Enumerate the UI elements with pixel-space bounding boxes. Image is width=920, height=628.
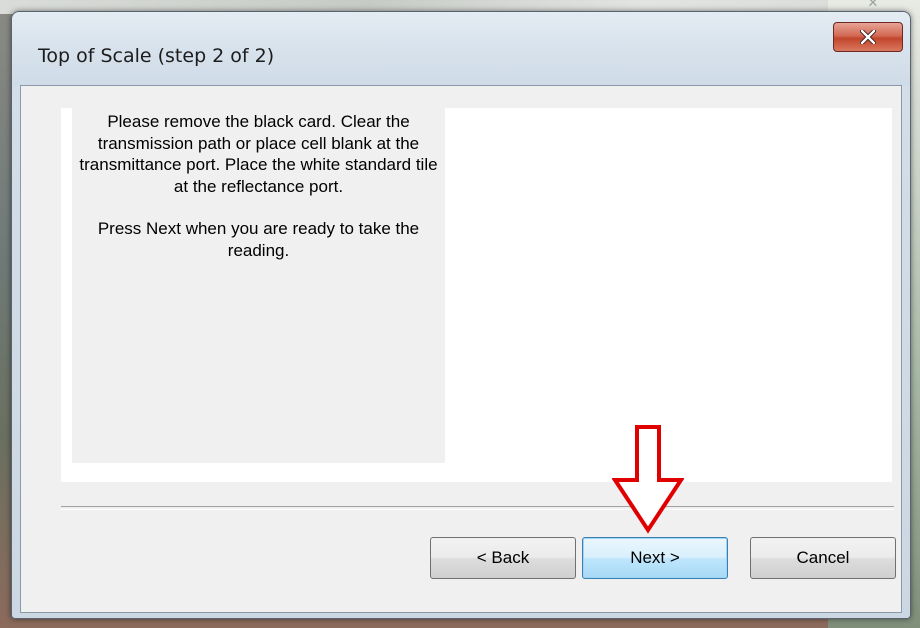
title-bar: Top of Scale (step 2 of 2) <box>12 12 910 86</box>
dialog-client-area: Please remove the black card. Clear the … <box>20 85 902 613</box>
divider <box>61 506 894 510</box>
close-icon <box>860 30 876 44</box>
close-button[interactable] <box>833 22 903 52</box>
next-button[interactable]: Next > <box>582 537 728 579</box>
back-button[interactable]: < Back <box>430 537 576 579</box>
wizard-content-panel: Please remove the black card. Clear the … <box>61 108 892 482</box>
window-title: Top of Scale (step 2 of 2) <box>38 45 275 67</box>
instruction-box: Please remove the black card. Clear the … <box>72 108 445 463</box>
instruction-next-hint: Press Next when you are ready to take th… <box>97 219 420 260</box>
instruction-text: Please remove the black card. Clear the … <box>79 112 438 196</box>
background-close-icon: ✕ <box>867 0 879 11</box>
cancel-button[interactable]: Cancel <box>750 537 896 579</box>
dialog-window: Top of Scale (step 2 of 2) Please remove… <box>11 11 911 619</box>
